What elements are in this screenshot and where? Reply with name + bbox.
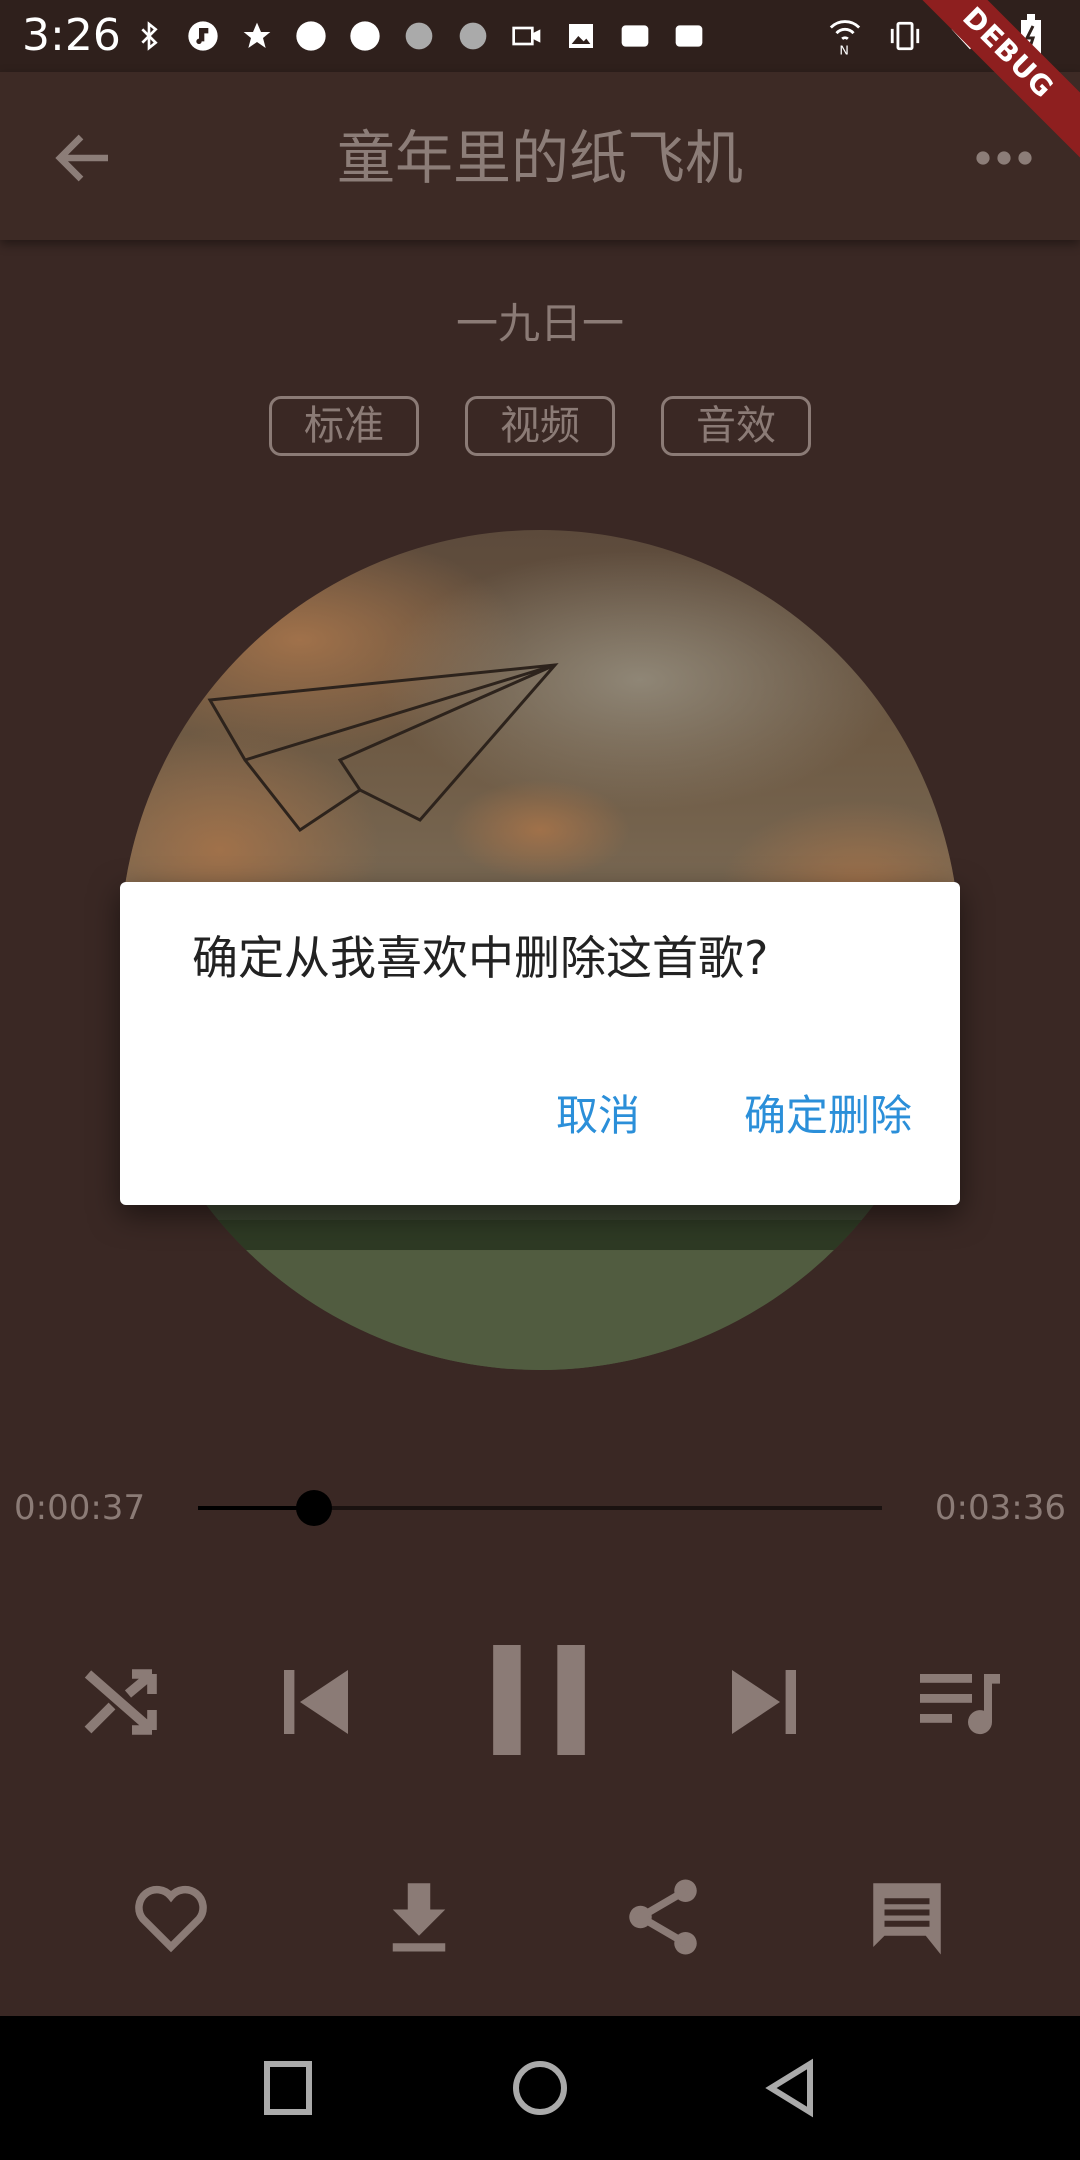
dialog-actions: 取消 确定删除	[556, 1082, 912, 1143]
cancel-button[interactable]: 取消	[556, 1082, 640, 1143]
player-screen: 3:26 N DEBUG 童年里的纸飞机 一九日一 标准 视频 音效 0:00:…	[0, 0, 1080, 2160]
confirm-delete-button[interactable]: 确定删除	[744, 1082, 912, 1143]
dialog-message: 确定从我喜欢中删除这首歌?	[192, 931, 769, 985]
confirm-delete-dialog: 确定从我喜欢中删除这首歌? 取消 确定删除	[120, 882, 960, 1205]
